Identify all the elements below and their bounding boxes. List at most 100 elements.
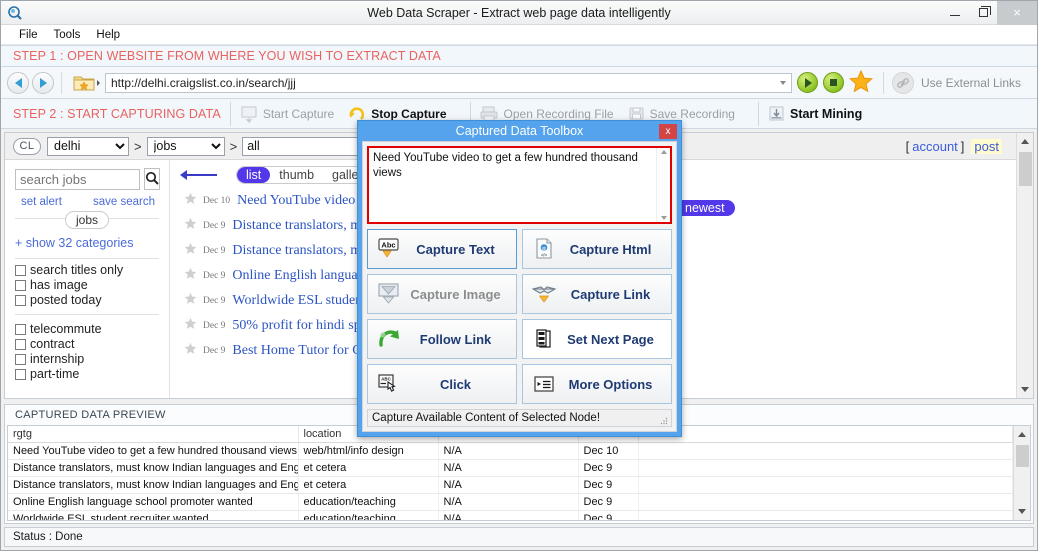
- star-outline-icon[interactable]: [184, 317, 197, 334]
- bracket-open: [: [905, 138, 910, 154]
- star-outline-icon[interactable]: [184, 217, 197, 234]
- table-row[interactable]: Need YouTube video to get a few hundred …: [8, 442, 1013, 460]
- url-input[interactable]: [105, 72, 792, 93]
- star-outline-icon[interactable]: [184, 292, 197, 309]
- table-row[interactable]: Distance translators, must know Indian l…: [8, 459, 1013, 477]
- use-external-links-button[interactable]: Use External Links: [882, 71, 1031, 94]
- listing-title[interactable]: Distance translators, mu: [232, 218, 368, 234]
- account-link[interactable]: account: [912, 139, 958, 154]
- filter-posted-today[interactable]: posted today: [15, 293, 159, 307]
- set-next-page-button[interactable]: Set Next Page: [522, 319, 672, 359]
- filter-telecommute[interactable]: telecommute: [15, 322, 159, 336]
- close-button[interactable]: ×: [997, 0, 1037, 25]
- filter-search-titles-only[interactable]: search titles only: [15, 263, 159, 277]
- abc-text-icon: Abc: [375, 238, 403, 260]
- post-link[interactable]: post: [971, 138, 1002, 154]
- checkbox-icon[interactable]: [15, 338, 26, 350]
- checkbox-icon[interactable]: [15, 264, 26, 276]
- scroll-up-button[interactable]: [1014, 426, 1031, 443]
- star-outline-icon[interactable]: [184, 342, 197, 359]
- preview-vertical-scrollbar[interactable]: [1013, 426, 1030, 520]
- scroll-down-button[interactable]: [1014, 503, 1031, 520]
- city-select[interactable]: delhi: [47, 136, 129, 156]
- star-outline-icon[interactable]: [184, 267, 197, 284]
- captured-text-box[interactable]: Need YouTube video to get a few hundred …: [367, 146, 672, 224]
- menu-item-file[interactable]: File: [11, 27, 46, 43]
- checkbox-icon[interactable]: [15, 353, 26, 365]
- cell-filler: [638, 442, 1013, 460]
- scrollbar-thumb[interactable]: [1018, 152, 1032, 186]
- follow-link-label: Follow Link: [419, 331, 492, 347]
- view-tab-thumb[interactable]: thumb: [270, 167, 323, 183]
- start-capture-button[interactable]: Start Capture: [240, 105, 334, 123]
- url-dropdown-icon[interactable]: [779, 80, 786, 85]
- set-alert-link[interactable]: set alert: [21, 196, 62, 208]
- follow-link-button[interactable]: Follow Link: [367, 319, 517, 359]
- back-button[interactable]: [7, 71, 29, 94]
- maximize-button[interactable]: [969, 1, 997, 25]
- chevron-down-icon: [1018, 509, 1026, 514]
- table-row[interactable]: Online English language school promoter …: [8, 493, 1013, 511]
- listing-title[interactable]: Distance translators, mu: [232, 243, 368, 259]
- captured-data-toolbox-dialog[interactable]: Captured Data Toolbox x Need YouTube vid…: [357, 120, 682, 437]
- checkbox-icon[interactable]: [15, 279, 26, 291]
- favorites-dropdown-icon[interactable]: [97, 79, 100, 86]
- capture-image-button[interactable]: Capture Image: [367, 274, 517, 314]
- section-select[interactable]: jobs: [146, 136, 225, 156]
- listing-title[interactable]: Best Home Tutor for Cl: [232, 343, 365, 359]
- view-tab-list[interactable]: list: [237, 167, 271, 183]
- preview-grid[interactable]: rgtg location name date Need YouTube vid…: [8, 426, 1013, 520]
- menu-item-help[interactable]: Help: [88, 27, 128, 43]
- filter-internship[interactable]: internship: [15, 352, 159, 366]
- listing-title[interactable]: 50% profit for hindi spe: [232, 318, 367, 334]
- filter-has-image[interactable]: has image: [15, 278, 159, 292]
- search-button[interactable]: [144, 168, 160, 190]
- resize-grip-icon[interactable]: [660, 416, 668, 425]
- browser-vertical-scrollbar[interactable]: [1016, 133, 1033, 398]
- captured-text-scrollbar[interactable]: [656, 148, 670, 222]
- toolbox-title-bar[interactable]: Captured Data Toolbox x: [358, 121, 681, 141]
- listing-title[interactable]: Online English languag: [232, 268, 364, 284]
- forward-button[interactable]: [32, 71, 54, 94]
- scroll-down-button[interactable]: [1017, 381, 1034, 398]
- left-arrow-icon[interactable]: [180, 170, 226, 180]
- chevron-down-icon[interactable]: [660, 216, 667, 220]
- checkbox-icon[interactable]: [15, 294, 26, 306]
- checkbox-icon[interactable]: [15, 368, 26, 380]
- save-search-link[interactable]: save search: [93, 196, 155, 208]
- cell-date: Dec 9: [578, 510, 639, 520]
- favorites-folder-icon[interactable]: [73, 74, 95, 92]
- capture-html-button[interactable]: @ </> Capture Html: [522, 229, 672, 269]
- listing-title[interactable]: Worldwide ESL studen: [232, 293, 362, 309]
- start-mining-button[interactable]: Start Mining: [768, 105, 862, 122]
- url-combobox[interactable]: [105, 72, 792, 93]
- star-outline-icon[interactable]: [184, 192, 197, 209]
- click-button[interactable]: ABC Click: [367, 364, 517, 404]
- filter-part-time[interactable]: part-time: [15, 367, 159, 381]
- listing-title[interactable]: Need YouTube video t: [237, 193, 363, 209]
- minimize-button[interactable]: [941, 1, 969, 25]
- chevron-up-icon[interactable]: [660, 150, 667, 154]
- capture-link-button[interactable]: Capture Link: [522, 274, 672, 314]
- go-button[interactable]: [796, 72, 818, 93]
- menu-item-tools[interactable]: Tools: [46, 27, 89, 43]
- sort-newest-pill[interactable]: newest: [675, 200, 735, 216]
- star-icon[interactable]: [848, 69, 873, 96]
- scrollbar-thumb[interactable]: [1015, 445, 1029, 467]
- more-options-button[interactable]: More Options: [522, 364, 672, 404]
- search-input[interactable]: [15, 168, 140, 190]
- captured-text-area[interactable]: Need YouTube video to get a few hundred …: [369, 148, 656, 222]
- start-mining-label: Start Mining: [789, 106, 863, 121]
- back-arrow-icon: [14, 77, 22, 88]
- column-header-rgtg[interactable]: rgtg: [8, 426, 299, 443]
- table-row[interactable]: Distance translators, must know Indian l…: [8, 476, 1013, 494]
- table-row[interactable]: Worldwide ESL student recruiter wanted e…: [8, 510, 1013, 520]
- scroll-up-button[interactable]: [1017, 133, 1034, 150]
- capture-text-button[interactable]: Abc Capture Text: [367, 229, 517, 269]
- toolbox-close-button[interactable]: x: [659, 123, 677, 139]
- checkbox-icon[interactable]: [15, 323, 26, 335]
- show-categories-link[interactable]: + show 32 categories: [15, 236, 159, 250]
- star-outline-icon[interactable]: [184, 242, 197, 259]
- filter-contract[interactable]: contract: [15, 337, 159, 351]
- stop-button[interactable]: [822, 72, 844, 93]
